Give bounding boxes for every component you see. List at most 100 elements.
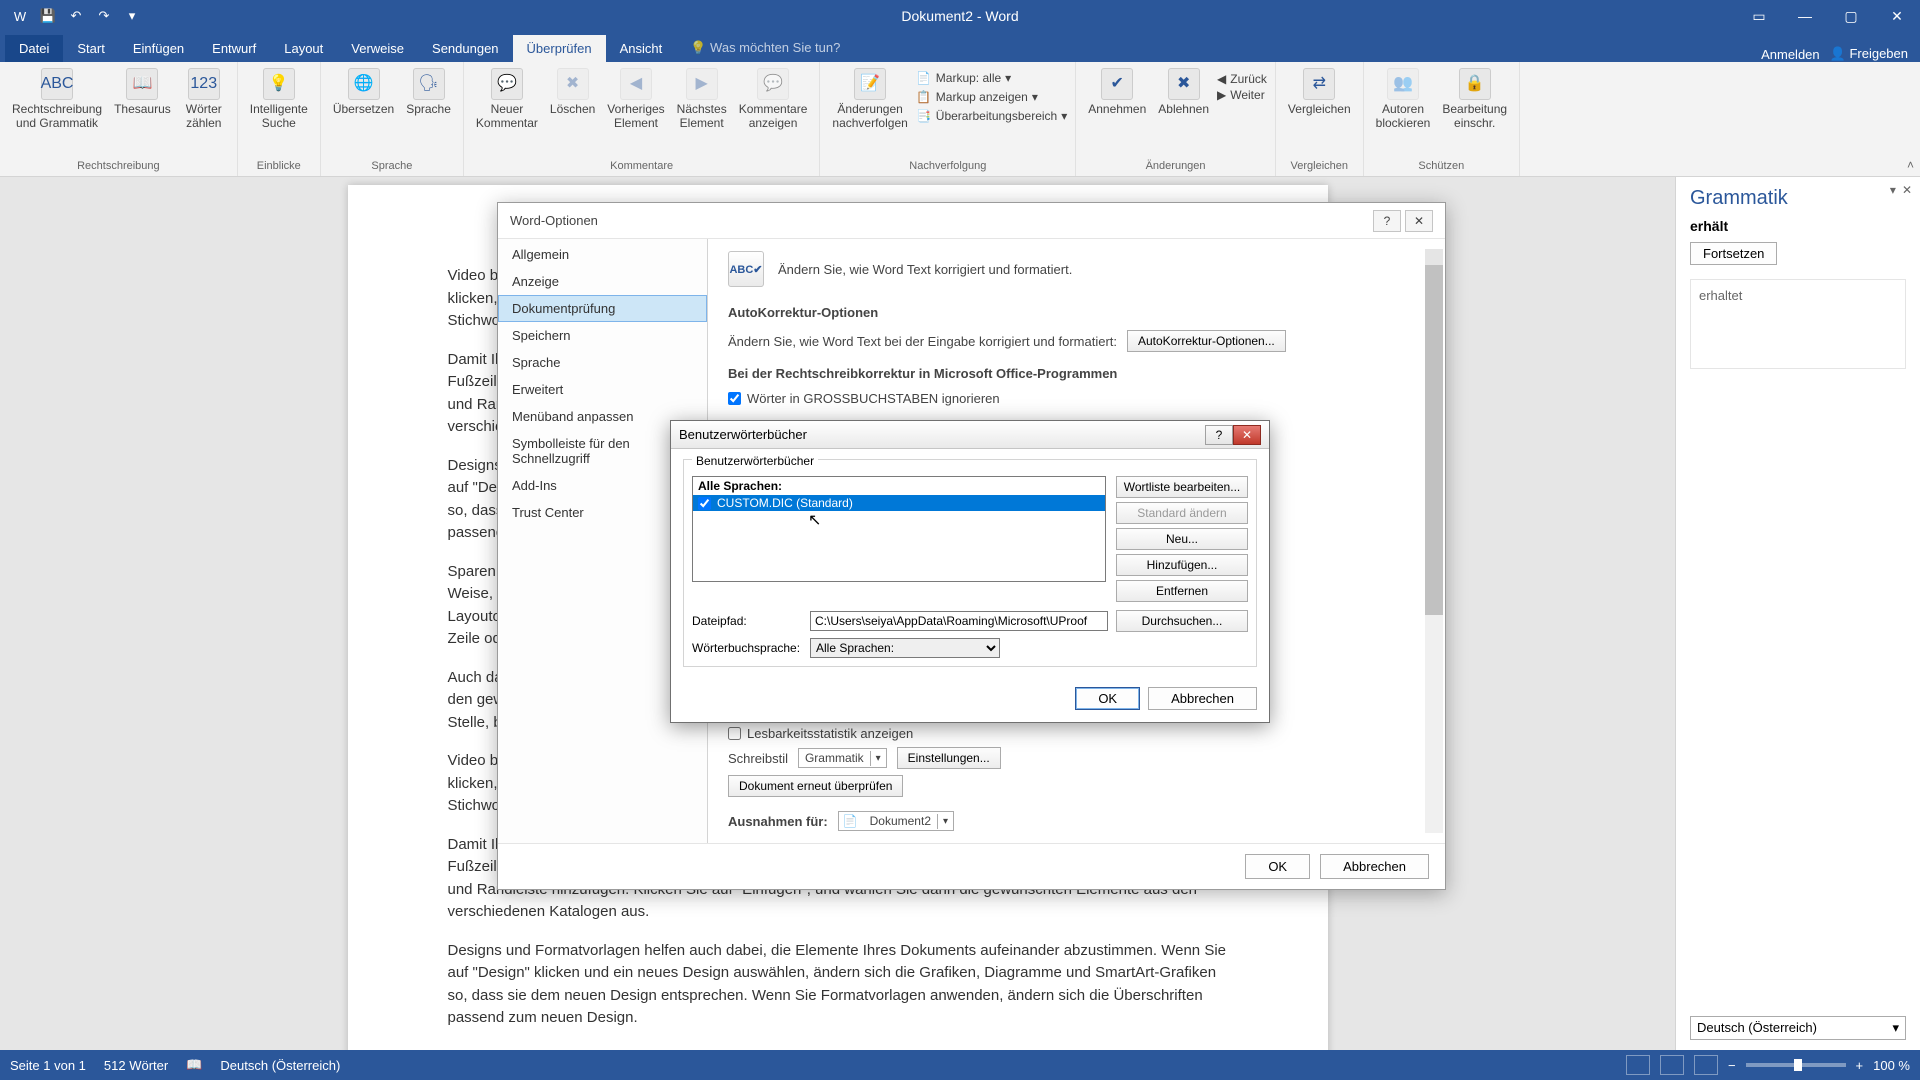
redo-icon[interactable]: ↷: [94, 6, 114, 26]
chk-uppercase-box[interactable]: [728, 392, 741, 405]
recheck-document-button[interactable]: Dokument erneut überprüfen: [728, 775, 903, 797]
grammar-language-dropdown[interactable]: Deutsch (Österreich)▾: [1690, 1016, 1906, 1040]
status-page[interactable]: Seite 1 von 1: [10, 1058, 86, 1073]
edit-wordlist-button[interactable]: Wortliste bearbeiten...: [1116, 476, 1248, 498]
next-change-button[interactable]: ▶ Weiter: [1217, 88, 1267, 102]
weblayout-view-icon[interactable]: [1694, 1055, 1718, 1075]
writing-style-dropdown[interactable]: Grammatik▾: [798, 748, 887, 768]
options-close-icon[interactable]: ✕: [1405, 210, 1433, 232]
options-cat-save[interactable]: Speichern: [498, 322, 707, 349]
paragraph[interactable]: Designs und Formatvorlagen helfen auch d…: [448, 940, 1228, 1030]
qat-customize-icon[interactable]: ▾: [122, 6, 142, 26]
share-button[interactable]: 👤 Freigeben: [1830, 46, 1908, 62]
tab-file[interactable]: Datei: [5, 35, 63, 62]
tab-layout[interactable]: Layout: [270, 35, 337, 62]
tab-review[interactable]: Überprüfen: [513, 35, 606, 62]
nextcomment-button[interactable]: ▶Nächstes Element: [673, 66, 731, 133]
grammar-suggestion[interactable]: erhaltet: [1690, 279, 1906, 369]
status-proofing-icon[interactable]: 📖: [186, 1057, 202, 1073]
change-default-button[interactable]: Standard ändern: [1116, 502, 1248, 524]
tab-draw[interactable]: Entwurf: [198, 35, 270, 62]
dict-path-field[interactable]: [810, 611, 1108, 631]
word-app-icon[interactable]: W: [10, 6, 30, 26]
options-ok-button[interactable]: OK: [1245, 854, 1310, 879]
smartlookup-button[interactable]: 💡Intelligente Suche: [246, 66, 312, 133]
dict-item-checkbox[interactable]: [698, 497, 711, 510]
reviewpane-dropdown[interactable]: 📑Überarbeitungsbereich ▾: [916, 108, 1067, 124]
dict-lang-dropdown[interactable]: Alle Sprachen:: [810, 638, 1000, 658]
prevcomment-button[interactable]: ◀Vorheriges Element: [603, 66, 668, 133]
chk-readability[interactable]: Lesbarkeitsstatistik anzeigen: [728, 726, 1425, 741]
printlayout-view-icon[interactable]: [1660, 1055, 1684, 1075]
prev-change-button[interactable]: ◀ Zurück: [1217, 72, 1267, 86]
resume-button[interactable]: Fortsetzen: [1690, 242, 1777, 265]
options-cat-proofing[interactable]: Dokumentprüfung: [498, 295, 707, 322]
zoom-thumb[interactable]: [1794, 1059, 1802, 1071]
spelling-button[interactable]: ABCRechtschreibung und Grammatik: [8, 66, 106, 133]
collapse-ribbon-icon[interactable]: ˄: [1907, 158, 1914, 172]
options-cat-language[interactable]: Sprache: [498, 349, 707, 376]
scroll-up-icon[interactable]: [1425, 249, 1443, 265]
status-wordcount[interactable]: 512 Wörter: [104, 1058, 168, 1073]
showcomments-button[interactable]: 💬Kommentare anzeigen: [735, 66, 812, 133]
pane-options-icon[interactable]: ▾: [1890, 183, 1896, 197]
tell-me[interactable]: 💡 Was möchten Sie tun?: [676, 34, 854, 62]
save-icon[interactable]: 💾: [38, 6, 58, 26]
undo-icon[interactable]: ↶: [66, 6, 86, 26]
close-icon[interactable]: ✕: [1874, 0, 1920, 32]
translate-button[interactable]: 🌐Übersetzen: [329, 66, 398, 118]
zoom-out-icon[interactable]: −: [1728, 1058, 1736, 1073]
compare-button[interactable]: ⇄Vergleichen: [1284, 66, 1355, 118]
tab-references[interactable]: Verweise: [337, 35, 418, 62]
dict-list[interactable]: Alle Sprachen: CUSTOM.DIC (Standard): [692, 476, 1106, 582]
reject-button[interactable]: ✖Ablehnen: [1154, 66, 1213, 118]
writing-style-settings-button[interactable]: Einstellungen...: [897, 747, 1001, 769]
showmarkup-dropdown[interactable]: 📋Markup anzeigen ▾: [916, 89, 1067, 105]
dict-ok-button[interactable]: OK: [1075, 687, 1140, 710]
blockauthors-button[interactable]: 👥Autoren blockieren: [1372, 66, 1435, 133]
ribbon-display-options-icon[interactable]: ▭: [1736, 0, 1782, 32]
minimize-icon[interactable]: —: [1782, 0, 1828, 32]
options-cat-display[interactable]: Anzeige: [498, 268, 707, 295]
restrict-button[interactable]: 🔒Bearbeitung einschr.: [1438, 66, 1511, 133]
language-button[interactable]: 🗣Sprache: [402, 66, 455, 118]
exceptions-dropdown[interactable]: 📄Dokument2▾: [838, 811, 954, 831]
tab-mailings[interactable]: Sendungen: [418, 35, 513, 62]
trackchanges-button[interactable]: 📝Änderungen nachverfolgen: [828, 66, 911, 133]
dict-titlebar[interactable]: Benutzerwörterbücher ? ✕: [671, 421, 1269, 449]
options-cat-advanced[interactable]: Erweitert: [498, 376, 707, 403]
pane-close-icon[interactable]: ✕: [1902, 183, 1912, 197]
new-dict-button[interactable]: Neu...: [1116, 528, 1248, 550]
tab-home[interactable]: Start: [63, 35, 118, 62]
newcomment-button[interactable]: 💬Neuer Kommentar: [472, 66, 542, 133]
options-cat-general[interactable]: Allgemein: [498, 241, 707, 268]
dict-help-icon[interactable]: ?: [1205, 425, 1233, 445]
thesaurus-button[interactable]: 📖Thesaurus: [110, 66, 175, 118]
scroll-thumb[interactable]: [1425, 265, 1443, 615]
chk-readability-box[interactable]: [728, 727, 741, 740]
dict-cancel-button[interactable]: Abbrechen: [1148, 687, 1257, 710]
tab-view[interactable]: Ansicht: [606, 35, 677, 62]
autocorrect-options-button[interactable]: AutoKorrektur-Optionen...: [1127, 330, 1286, 352]
accept-button[interactable]: ✔Annehmen: [1084, 66, 1150, 118]
remove-dict-button[interactable]: Entfernen: [1116, 580, 1248, 602]
maximize-icon[interactable]: ▢: [1828, 0, 1874, 32]
wordcount-button[interactable]: 123Wörter zählen: [179, 66, 229, 133]
add-dict-button[interactable]: Hinzufügen...: [1116, 554, 1248, 576]
zoom-in-icon[interactable]: +: [1856, 1058, 1864, 1073]
deletecomment-button[interactable]: ✖Löschen: [546, 66, 599, 118]
browse-button[interactable]: Durchsuchen...: [1116, 610, 1248, 632]
help-icon[interactable]: ?: [1373, 210, 1401, 232]
chk-uppercase[interactable]: Wörter in GROSSBUCHSTABEN ignorieren: [728, 391, 1425, 406]
readmode-view-icon[interactable]: [1626, 1055, 1650, 1075]
zoom-slider[interactable]: [1746, 1063, 1846, 1067]
status-language[interactable]: Deutsch (Österreich): [220, 1058, 340, 1073]
options-cancel-button[interactable]: Abbrechen: [1320, 854, 1429, 879]
signin-link[interactable]: Anmelden: [1761, 47, 1820, 62]
zoom-level[interactable]: 100 %: [1873, 1058, 1910, 1073]
dict-list-item[interactable]: CUSTOM.DIC (Standard): [693, 495, 1105, 511]
dict-close-icon[interactable]: ✕: [1233, 425, 1261, 445]
options-scrollbar[interactable]: [1425, 249, 1443, 833]
tab-insert[interactable]: Einfügen: [119, 35, 198, 62]
markup-display-dropdown[interactable]: 📄Markup: alle ▾: [916, 70, 1067, 86]
